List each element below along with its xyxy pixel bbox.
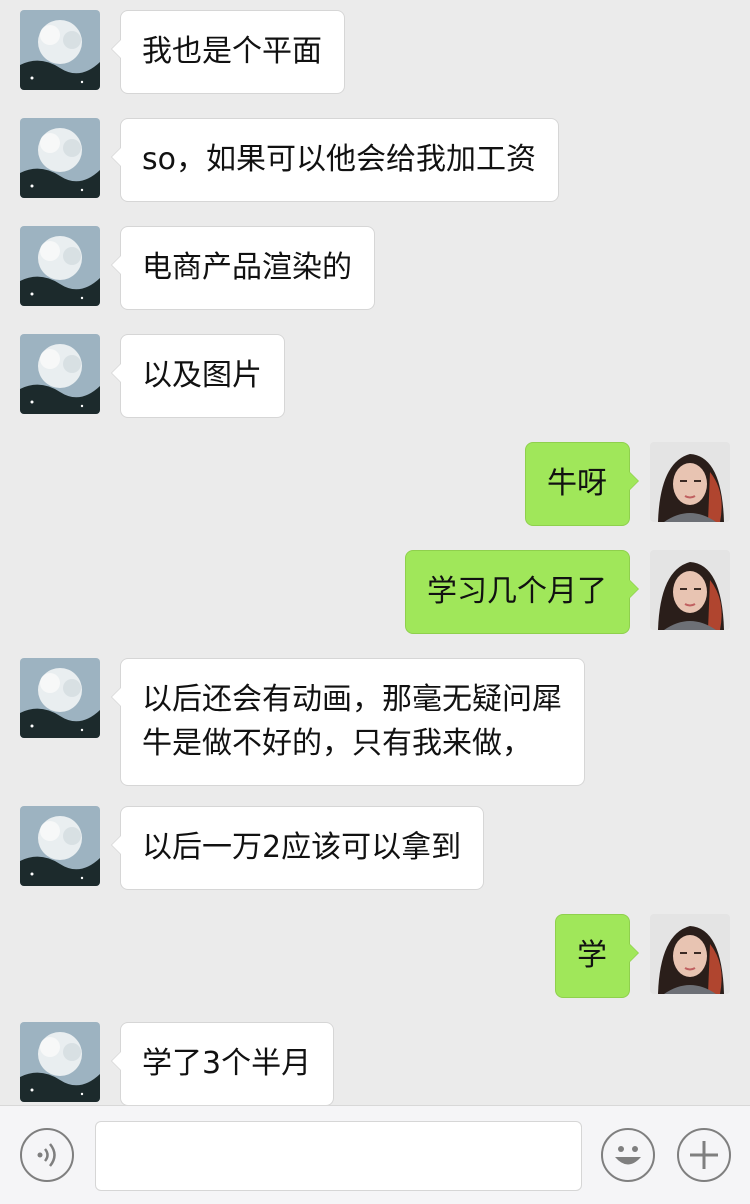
- received-message-bubble: so，如果可以他会给我加工资: [111, 118, 559, 202]
- voice-icon: [37, 1143, 56, 1167]
- contact-avatar[interactable]: [20, 334, 100, 414]
- received-message-bubble: 学了3个半月: [110, 1022, 335, 1105]
- sent-message-bubble: 学: [555, 914, 639, 998]
- received-message-bubble: 电商产品渲染的: [111, 226, 375, 310]
- contact-avatar[interactable]: [20, 806, 100, 886]
- voice-button[interactable]: [20, 1128, 74, 1182]
- contact-avatar[interactable]: [20, 226, 100, 306]
- chat-input-bar: [0, 1105, 750, 1204]
- contact-avatar[interactable]: [20, 118, 100, 198]
- contact-avatar[interactable]: [20, 658, 100, 738]
- contact-avatar[interactable]: [20, 10, 100, 90]
- emoji-icon: [615, 1146, 641, 1165]
- received-message-bubble: 以后还会有动画，那毫无疑问犀 牛是做不好的，只有我来做，: [111, 658, 585, 786]
- received-message-bubble: 以后一万2应该可以拿到: [110, 806, 485, 890]
- received-message-bubble: 以及图片: [111, 334, 285, 418]
- emoji-button[interactable]: [601, 1128, 655, 1182]
- self-avatar[interactable]: [650, 550, 730, 630]
- self-avatar[interactable]: [650, 914, 730, 994]
- message-input[interactable]: [95, 1121, 582, 1191]
- contact-avatar[interactable]: [20, 1022, 100, 1102]
- received-message-bubble: 我也是个平面: [111, 10, 345, 94]
- sent-message-bubble: 牛呀: [525, 442, 639, 526]
- more-button[interactable]: [677, 1128, 731, 1182]
- chat-message-list[interactable]: 我也是个平面 so，如果可以他会给我加工资 电商产品渲染的 以及图片 牛呀 学习…: [0, 0, 750, 1105]
- self-avatar[interactable]: [650, 442, 730, 522]
- plus-icon: [690, 1141, 718, 1169]
- sent-message-bubble: 学习几个月了: [405, 550, 639, 634]
